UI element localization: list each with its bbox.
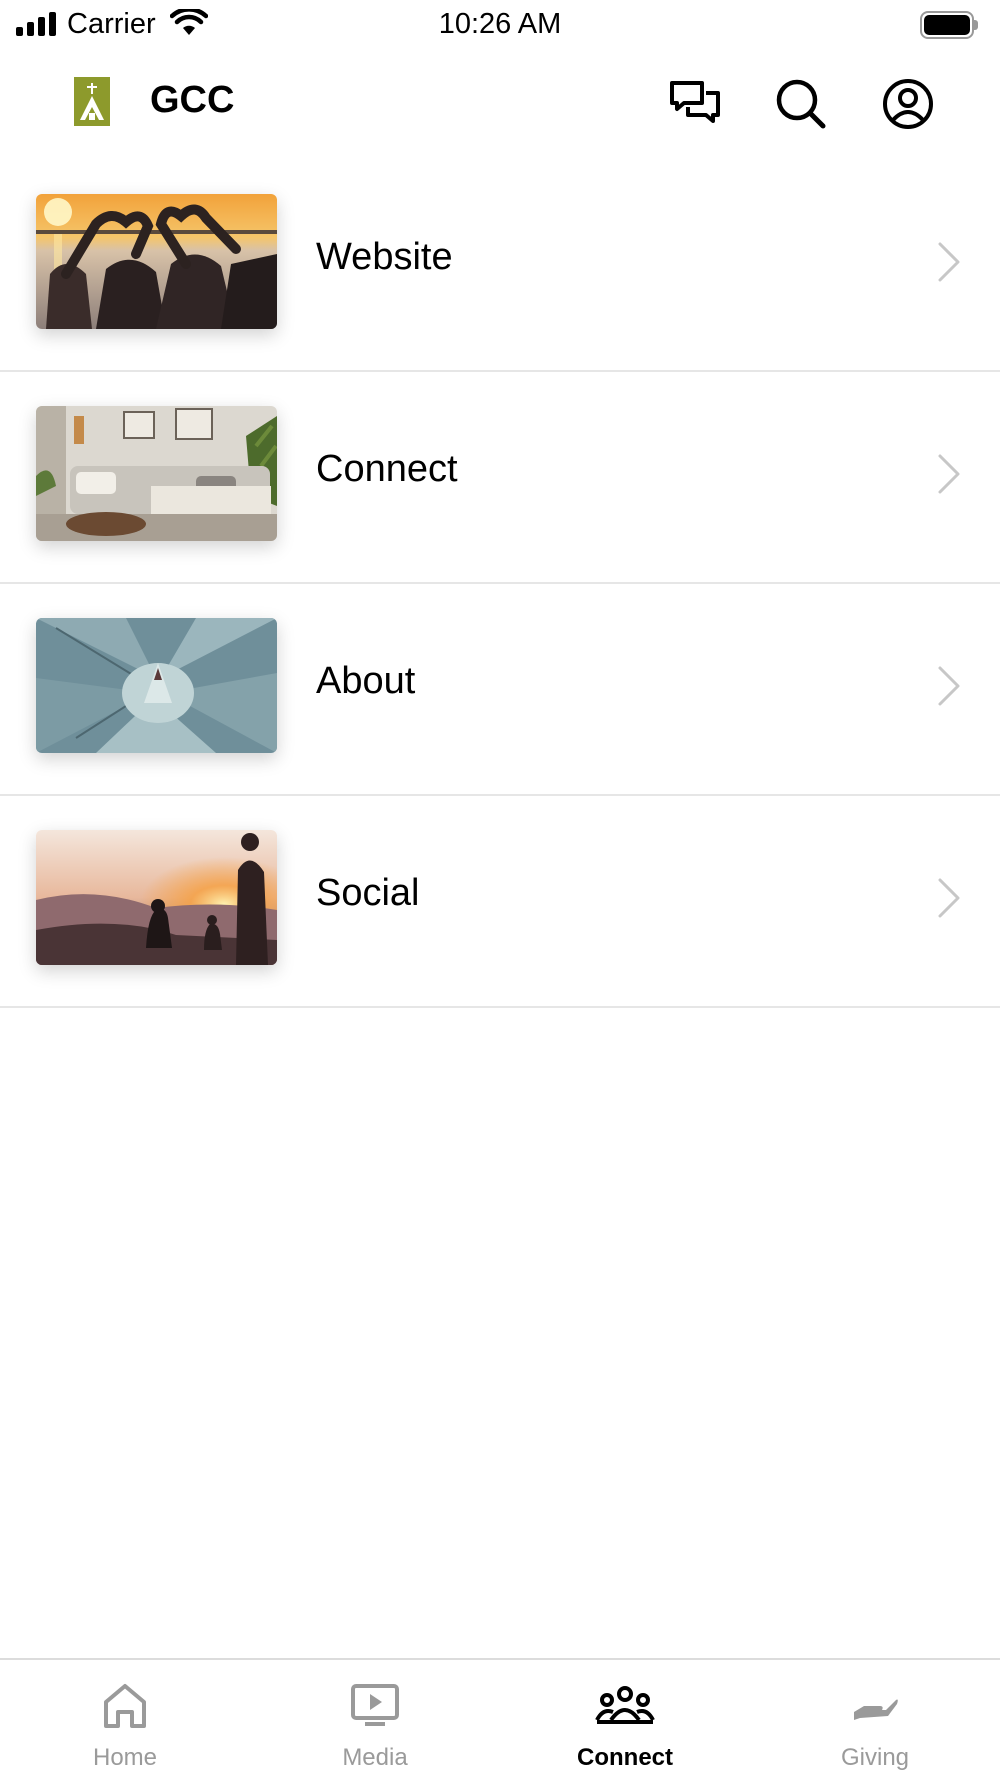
list-item-label: Social (316, 872, 420, 914)
list-item-label: Connect (316, 448, 458, 490)
app-title: GCC (150, 79, 235, 121)
church-logo-icon (74, 77, 110, 126)
status-bar: Carrier 10:26 AM (0, 0, 1000, 50)
home-icon (104, 1684, 146, 1728)
people-icon (595, 1686, 655, 1724)
tab-label: Giving (840, 1744, 910, 1771)
sunset-heart-hands-photo (36, 194, 277, 329)
battery-icon (920, 11, 978, 39)
giving-hand-icon (854, 1699, 898, 1720)
chevron-right-icon (938, 878, 960, 918)
list-item-about[interactable]: About (0, 584, 1000, 796)
living-room-sofa-photo (36, 406, 277, 541)
tab-label: Connect (577, 1744, 673, 1771)
profile-icon[interactable] (881, 77, 935, 131)
list-item-label: About (316, 660, 416, 702)
tab-label: Home (92, 1744, 158, 1771)
list-item-connect[interactable]: Connect (0, 372, 1000, 584)
connect-menu-list: Website Connect About Social (0, 160, 1000, 1008)
tab-giving[interactable]: Giving (750, 1660, 1000, 1778)
bottom-tab-bar: Home Media Connect Giving (0, 1658, 1000, 1778)
chevron-right-icon (938, 242, 960, 282)
agave-succulent-photo (36, 618, 277, 753)
search-icon[interactable] (774, 77, 828, 131)
list-item-label: Website (316, 236, 453, 278)
tab-media[interactable]: Media (250, 1660, 500, 1778)
chevron-right-icon (938, 666, 960, 706)
list-item-website[interactable]: Website (0, 160, 1000, 372)
chat-icon[interactable] (668, 77, 722, 131)
chevron-right-icon (938, 454, 960, 494)
tab-home[interactable]: Home (0, 1660, 250, 1778)
sunset-hikers-photo (36, 830, 277, 965)
app-header: GCC (0, 60, 1000, 145)
tab-connect[interactable]: Connect (500, 1660, 750, 1778)
play-screen-icon (351, 1684, 399, 1726)
tab-label: Media (342, 1744, 408, 1771)
list-item-social[interactable]: Social (0, 796, 1000, 1008)
clock: 10:26 AM (438, 8, 562, 40)
